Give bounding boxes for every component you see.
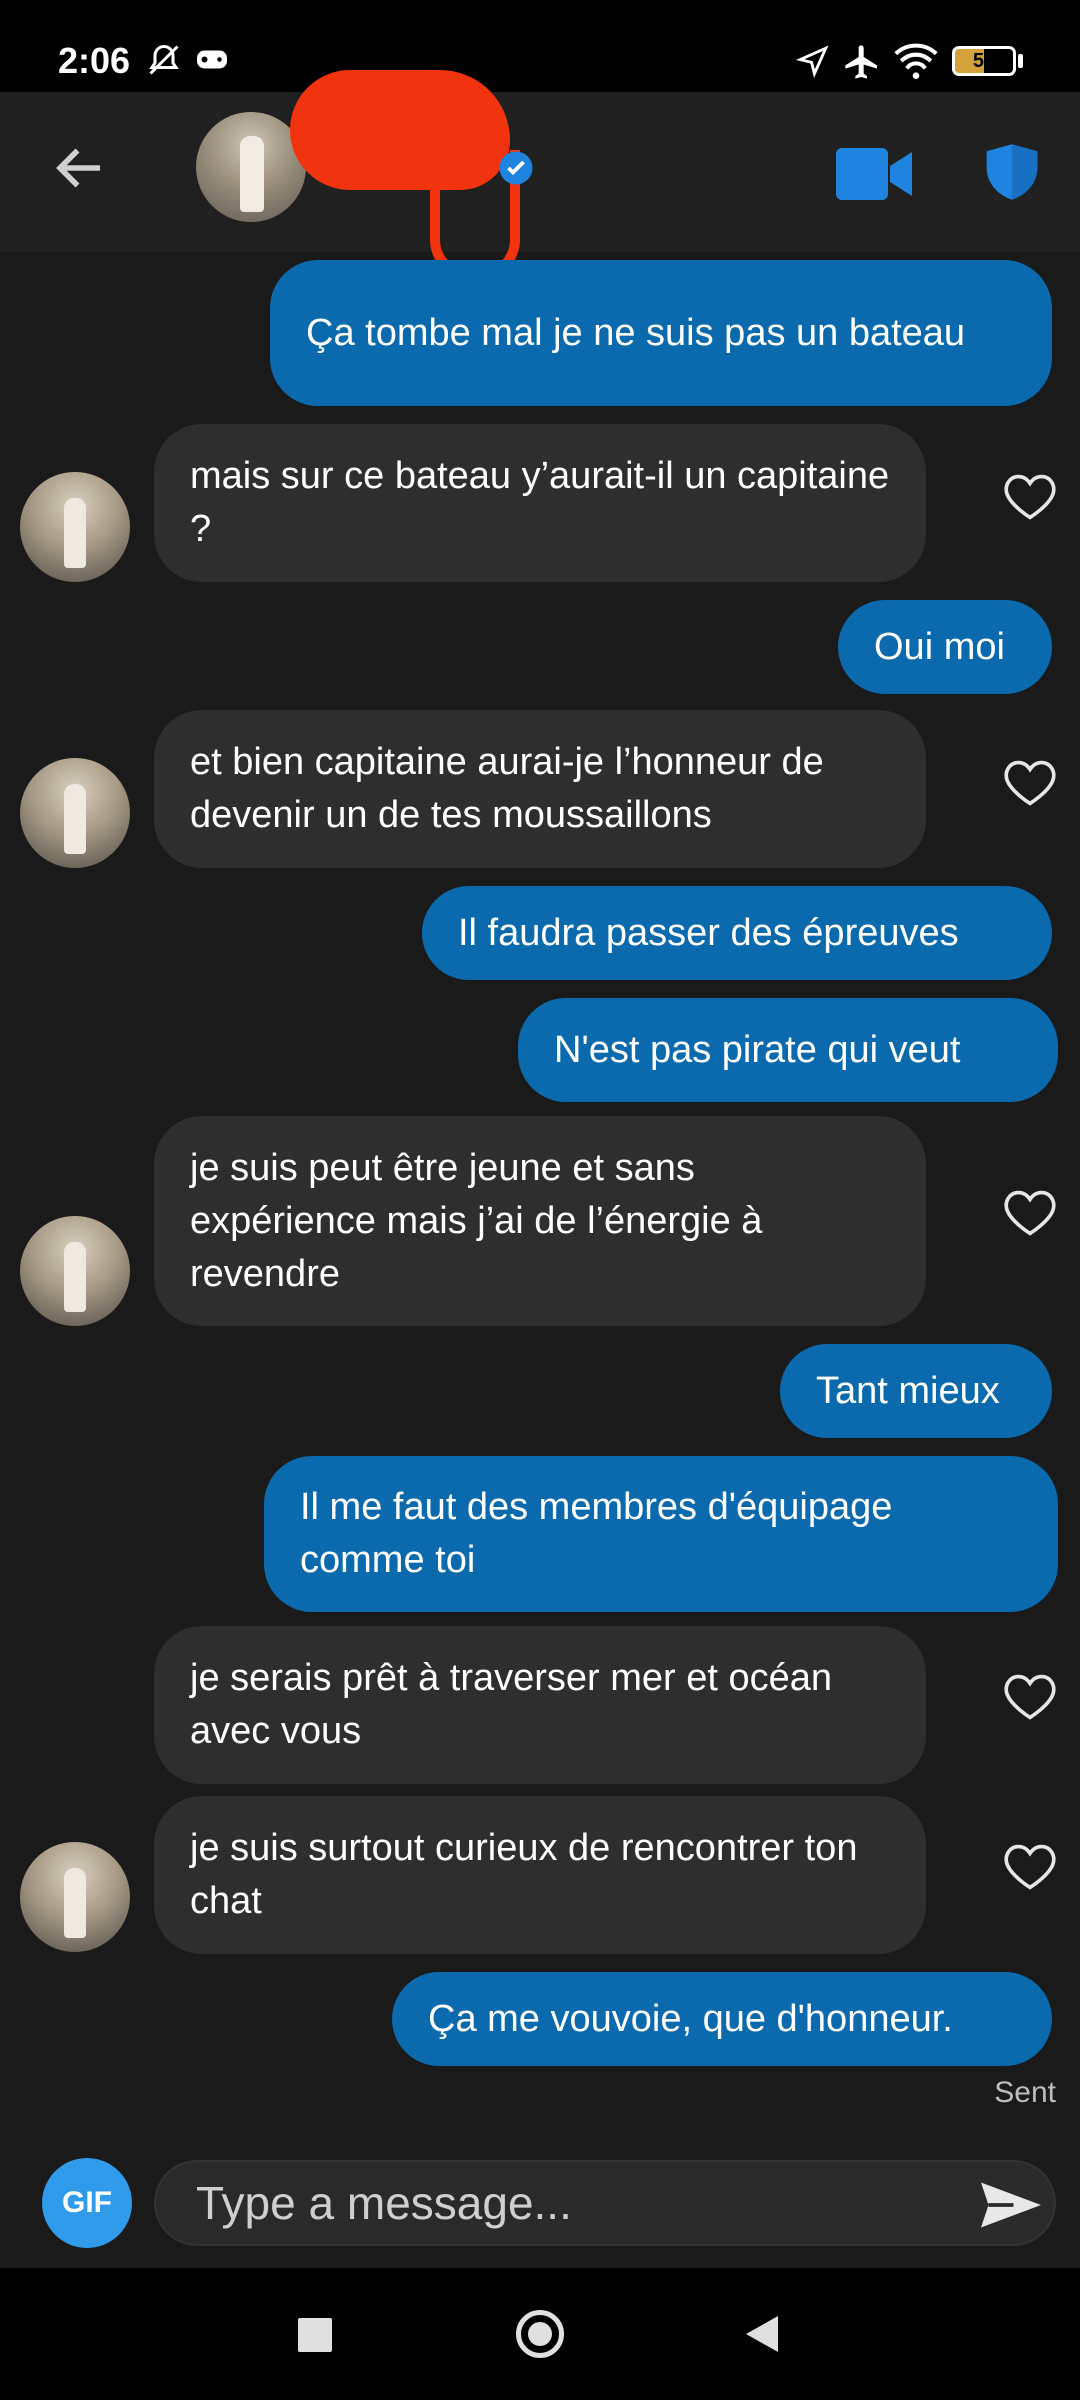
message-text: Tant mieux bbox=[816, 1369, 1000, 1412]
back-triangle-icon[interactable] bbox=[744, 2314, 780, 2354]
message-text: et bien capitaine aurai-je l’honneur de … bbox=[190, 741, 824, 836]
message-text: Oui moi bbox=[874, 625, 1005, 668]
message-text: Il me faut des membres d'équipage comme … bbox=[300, 1486, 893, 1581]
battery-tip bbox=[1018, 54, 1023, 68]
airplane-icon bbox=[845, 45, 877, 79]
video-camera-icon[interactable] bbox=[836, 148, 912, 200]
game-controller-icon bbox=[197, 50, 227, 69]
like-heart-icon[interactable] bbox=[1002, 472, 1058, 522]
system-navigation-bar bbox=[0, 2268, 1080, 2400]
like-heart-icon[interactable] bbox=[1002, 1672, 1058, 1722]
like-heart-icon[interactable] bbox=[1002, 1842, 1058, 1892]
status-time: 2:06 bbox=[58, 40, 131, 81]
message-bubble-sent: Ça me vouvoie, que d'honneur. bbox=[392, 1972, 1052, 2066]
recent-apps-icon[interactable] bbox=[298, 2318, 332, 2352]
home-icon-dot bbox=[528, 2322, 552, 2346]
message-bubble-sent: Il faudra passer des épreuves bbox=[422, 886, 1052, 980]
avatar-figure bbox=[64, 1868, 86, 1938]
back-arrow-icon[interactable] bbox=[50, 138, 110, 198]
message-bubble-received: mais sur ce bateau y’aurait-il un capita… bbox=[154, 424, 926, 582]
message-bubble-sent: Oui moi bbox=[838, 600, 1052, 694]
bell-off-icon bbox=[149, 44, 179, 75]
contact-avatar[interactable] bbox=[20, 1216, 130, 1326]
message-bubble-received: je serais prêt à traverser mer et océan … bbox=[154, 1626, 926, 1784]
message-text: je serais prêt à traverser mer et océan … bbox=[190, 1657, 833, 1752]
message-bubble-received: et bien capitaine aurai-je l’honneur de … bbox=[154, 710, 926, 868]
sent-status-label: Sent bbox=[994, 2076, 1056, 2109]
wifi-icon bbox=[894, 43, 938, 79]
avatar-figure bbox=[64, 1242, 86, 1312]
like-heart-icon[interactable] bbox=[1002, 1188, 1058, 1238]
gif-button[interactable]: GIF bbox=[42, 2158, 132, 2248]
verified-badge-icon bbox=[499, 151, 533, 185]
message-input-placeholder: Type a message... bbox=[196, 2177, 572, 2229]
contact-avatar[interactable] bbox=[20, 1842, 130, 1952]
message-text: Ça tombe mal je ne suis pas un bateau bbox=[306, 311, 966, 354]
message-bubble-received: je suis surtout curieux de rencontrer to… bbox=[154, 1796, 926, 1954]
chat-header bbox=[0, 92, 1080, 252]
status-bar: 2:06 50 bbox=[0, 0, 1080, 92]
contact-avatar[interactable] bbox=[20, 472, 130, 582]
message-input[interactable]: Type a message... bbox=[154, 2160, 1056, 2246]
battery-level: 50 bbox=[972, 49, 996, 72]
home-icon[interactable] bbox=[516, 2310, 564, 2358]
message-bubble-sent: Tant mieux bbox=[780, 1344, 1052, 1438]
contact-avatar[interactable] bbox=[20, 758, 130, 868]
send-arrow-icon[interactable] bbox=[978, 2180, 1044, 2230]
message-text: je suis peut être jeune et sans expérien… bbox=[190, 1146, 763, 1295]
message-bubble-sent: Ça tombe mal je ne suis pas un bateau bbox=[270, 260, 1052, 406]
message-text: je suis surtout curieux de rencontrer to… bbox=[190, 1827, 858, 1922]
message-text: N'est pas pirate qui veut bbox=[554, 1028, 961, 1071]
message-text: Il faudra passer des épreuves bbox=[458, 911, 959, 954]
battery-icon: 50 bbox=[952, 46, 1016, 76]
like-heart-icon[interactable] bbox=[1002, 758, 1058, 808]
message-composer: GIF Type a message... bbox=[0, 2132, 1080, 2268]
avatar-figure bbox=[64, 498, 86, 568]
message-bubble-sent: N'est pas pirate qui veut bbox=[518, 998, 1058, 1102]
avatar-figure bbox=[240, 136, 264, 212]
message-bubble-received: je suis peut être jeune et sans expérien… bbox=[154, 1116, 926, 1326]
message-bubble-sent: Il me faut des membres d'équipage comme … bbox=[264, 1456, 1058, 1612]
avatar-figure bbox=[64, 784, 86, 854]
location-arrow-icon bbox=[796, 45, 829, 78]
message-text: mais sur ce bateau y’aurait-il un capita… bbox=[190, 455, 890, 550]
shield-icon[interactable] bbox=[984, 142, 1040, 202]
message-text: Ça me vouvoie, que d'honneur. bbox=[428, 1997, 953, 2040]
